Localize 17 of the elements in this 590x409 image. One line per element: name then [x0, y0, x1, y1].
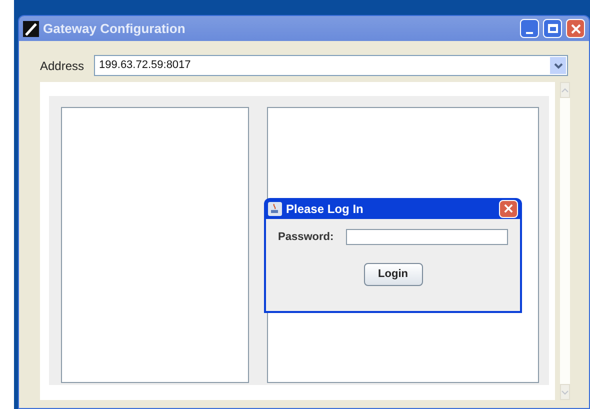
dialog-title: Please Log In	[286, 200, 364, 218]
close-icon	[504, 204, 513, 213]
login-button[interactable]: Login	[364, 262, 422, 286]
address-combo[interactable]: 199.63.72.59:8017	[94, 55, 568, 76]
minimize-button[interactable]	[520, 19, 539, 38]
java-cup-icon	[268, 202, 282, 216]
window-title: Gateway Configuration	[43, 20, 186, 38]
maximize-button[interactable]	[543, 19, 562, 38]
pen-icon	[23, 20, 39, 36]
password-field[interactable]	[346, 229, 508, 246]
password-label: Password:	[278, 230, 334, 245]
close-icon	[570, 24, 580, 34]
close-button[interactable]	[566, 19, 585, 38]
address-label: Address	[40, 58, 84, 74]
scroll-up-icon	[560, 82, 570, 98]
dialog-close-button[interactable]	[499, 200, 518, 218]
scroll-down-icon	[560, 384, 570, 400]
